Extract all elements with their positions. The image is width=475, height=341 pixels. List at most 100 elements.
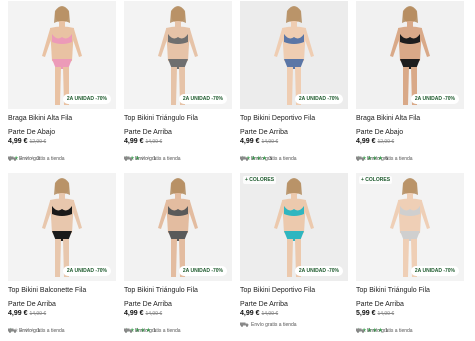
product-image[interactable]: + COLORES 2A UNIDAD -70%	[356, 173, 464, 281]
product-price: 4,99 €	[124, 310, 144, 317]
shipping-info: Envío gratis a tienda	[124, 156, 181, 162]
shipping-text: Envío gratis a tienda	[19, 156, 65, 162]
rating[interactable]: ★★★★★1	[124, 319, 156, 334]
rating[interactable]: ★★★★★1	[124, 147, 156, 162]
product-price: 4,99 €	[8, 310, 28, 317]
product-name[interactable]: Top Bikini Triángulo Fila	[356, 287, 430, 294]
product-photo-figure	[124, 1, 232, 109]
price-row: 4,99 €14,99 €	[124, 138, 162, 145]
product-photo-figure	[356, 173, 464, 281]
more-colors-tag[interactable]: + COLORES	[243, 176, 277, 184]
shipping-text: Envío gratis a tienda	[251, 322, 297, 328]
rating[interactable]: ★★★★★2	[8, 147, 40, 162]
promo-badge: 2A UNIDAD -70%	[410, 266, 459, 276]
product-card[interactable]: 2A UNIDAD -70% Top Bikini Deportivo Fila P…	[240, 1, 353, 169]
shipping-info: Envío gratis a tienda	[240, 156, 297, 162]
promo-badge: 2A UNIDAD -70%	[410, 94, 459, 104]
product-subtitle: Parte De Abajo	[8, 129, 56, 136]
product-subtitle: Parte De Arriba	[8, 301, 56, 308]
promo-badge: 2A UNIDAD -70%	[178, 94, 227, 104]
product-photo-figure	[240, 1, 348, 109]
shipping-text: Envío gratis a tienda	[19, 328, 65, 334]
original-price: 14,99 €	[261, 139, 279, 145]
shipping-text: Envío gratis a tienda	[367, 156, 413, 162]
product-card[interactable]: + COLORES 2A UNIDAD -70% Top Bikini Triáng…	[356, 173, 469, 341]
original-price: 14,99 €	[261, 311, 279, 317]
product-photo-figure	[240, 173, 348, 281]
product-image[interactable]: 2A UNIDAD -70%	[356, 1, 464, 109]
truck-icon	[8, 156, 17, 161]
product-card[interactable]: + COLORES 2A UNIDAD -70% Top Bikini Deport…	[240, 173, 353, 341]
product-name[interactable]: Top Bikini Deportivo Fila	[240, 115, 315, 122]
product-image[interactable]: 2A UNIDAD -70%	[124, 173, 232, 281]
product-photo-figure	[356, 1, 464, 109]
product-name[interactable]: Top Bikini Triángulo Fila	[124, 115, 198, 122]
truck-icon	[356, 156, 365, 161]
price-row: 4,99 €14,99 €	[124, 310, 162, 317]
truck-icon	[240, 322, 249, 327]
product-photo-figure	[8, 173, 116, 281]
price-row: 4,99 €12,99 €	[8, 138, 46, 145]
product-grid: 2A UNIDAD -70% Braga Bikini Alta Fila Part…	[0, 0, 475, 341]
original-price: 12,99 €	[377, 139, 395, 145]
price-row: 4,99 €12,99 €	[356, 138, 394, 145]
original-price: 14,99 €	[145, 139, 163, 145]
price-row: 4,99 €14,99 €	[8, 310, 46, 317]
shipping-info: Envío gratis a tienda	[8, 328, 65, 334]
product-image[interactable]: + COLORES 2A UNIDAD -70%	[240, 173, 348, 281]
product-image[interactable]: 2A UNIDAD -70%	[8, 1, 116, 109]
truck-icon	[8, 328, 17, 333]
product-photo-figure	[124, 173, 232, 281]
truck-icon	[124, 328, 133, 333]
more-colors-tag[interactable]: + COLORES	[359, 176, 393, 184]
product-name[interactable]: Braga Bikini Alta Fila	[356, 115, 420, 122]
price-row: 4,99 €14,99 €	[240, 138, 278, 145]
rating[interactable]: ★★★★★1	[8, 319, 40, 334]
original-price: 14,99 €	[145, 311, 163, 317]
promo-badge: 2A UNIDAD -70%	[178, 266, 227, 276]
product-price: 4,99 €	[8, 138, 28, 145]
product-card[interactable]: 2A UNIDAD -70% Braga Bikini Alta Fila Part…	[8, 1, 121, 169]
truck-icon	[356, 328, 365, 333]
shipping-info: Envío gratis a tienda	[124, 328, 181, 334]
product-card[interactable]: 2A UNIDAD -70% Braga Bikini Alta Fila Part…	[356, 1, 469, 169]
truck-icon	[240, 156, 249, 161]
product-price: 5,99 €	[356, 310, 376, 317]
product-card[interactable]: 2A UNIDAD -70% Top Bikini Triángulo Fila P…	[124, 173, 237, 341]
product-subtitle: Parte De Arriba	[356, 301, 404, 308]
shipping-text: Envío gratis a tienda	[135, 156, 181, 162]
product-name[interactable]: Top Bikini Triángulo Fila	[124, 287, 198, 294]
product-name[interactable]: Braga Bikini Alta Fila	[8, 115, 72, 122]
original-price: 14,99 €	[377, 311, 395, 317]
product-subtitle: Parte De Arriba	[240, 301, 288, 308]
product-image[interactable]: 2A UNIDAD -70%	[240, 1, 348, 109]
shipping-info: Envío gratis a tienda	[356, 156, 413, 162]
product-name[interactable]: Top Bikini Deportivo Fila	[240, 287, 315, 294]
rating[interactable]: ★★★★★3	[240, 147, 272, 162]
product-subtitle: Parte De Arriba	[240, 129, 288, 136]
price-row: 4,99 €14,99 €	[240, 310, 278, 317]
product-name[interactable]: Top Bikini Balconette Fila	[8, 287, 86, 294]
promo-badge: 2A UNIDAD -70%	[62, 94, 111, 104]
product-card[interactable]: 2A UNIDAD -70% Top Bikini Balconette Fila…	[8, 173, 121, 341]
promo-badge: 2A UNIDAD -70%	[294, 266, 343, 276]
original-price: 14,99 €	[29, 311, 47, 317]
product-photo-figure	[8, 1, 116, 109]
shipping-info: Envío gratis a tienda	[356, 328, 413, 334]
shipping-info: Envío gratis a tienda	[8, 156, 65, 162]
promo-badge: 2A UNIDAD -70%	[294, 94, 343, 104]
product-image[interactable]: 2A UNIDAD -70%	[124, 1, 232, 109]
product-image[interactable]: 2A UNIDAD -70%	[8, 173, 116, 281]
price-row: 5,99 €14,99 €	[356, 310, 394, 317]
shipping-text: Envío gratis a tienda	[135, 328, 181, 334]
product-subtitle: Parte De Arriba	[124, 301, 172, 308]
product-card[interactable]: 2A UNIDAD -70% Top Bikini Triángulo Fila P…	[124, 1, 237, 169]
rating[interactable]: ★★★★★6	[356, 147, 388, 162]
rating[interactable]: ★★★★★1	[356, 319, 388, 334]
product-subtitle: Parte De Arriba	[124, 129, 172, 136]
shipping-text: Envío gratis a tienda	[251, 156, 297, 162]
promo-badge: 2A UNIDAD -70%	[62, 266, 111, 276]
product-price: 4,99 €	[124, 138, 144, 145]
product-price: 4,99 €	[356, 138, 376, 145]
shipping-info: Envío gratis a tienda	[240, 322, 297, 328]
